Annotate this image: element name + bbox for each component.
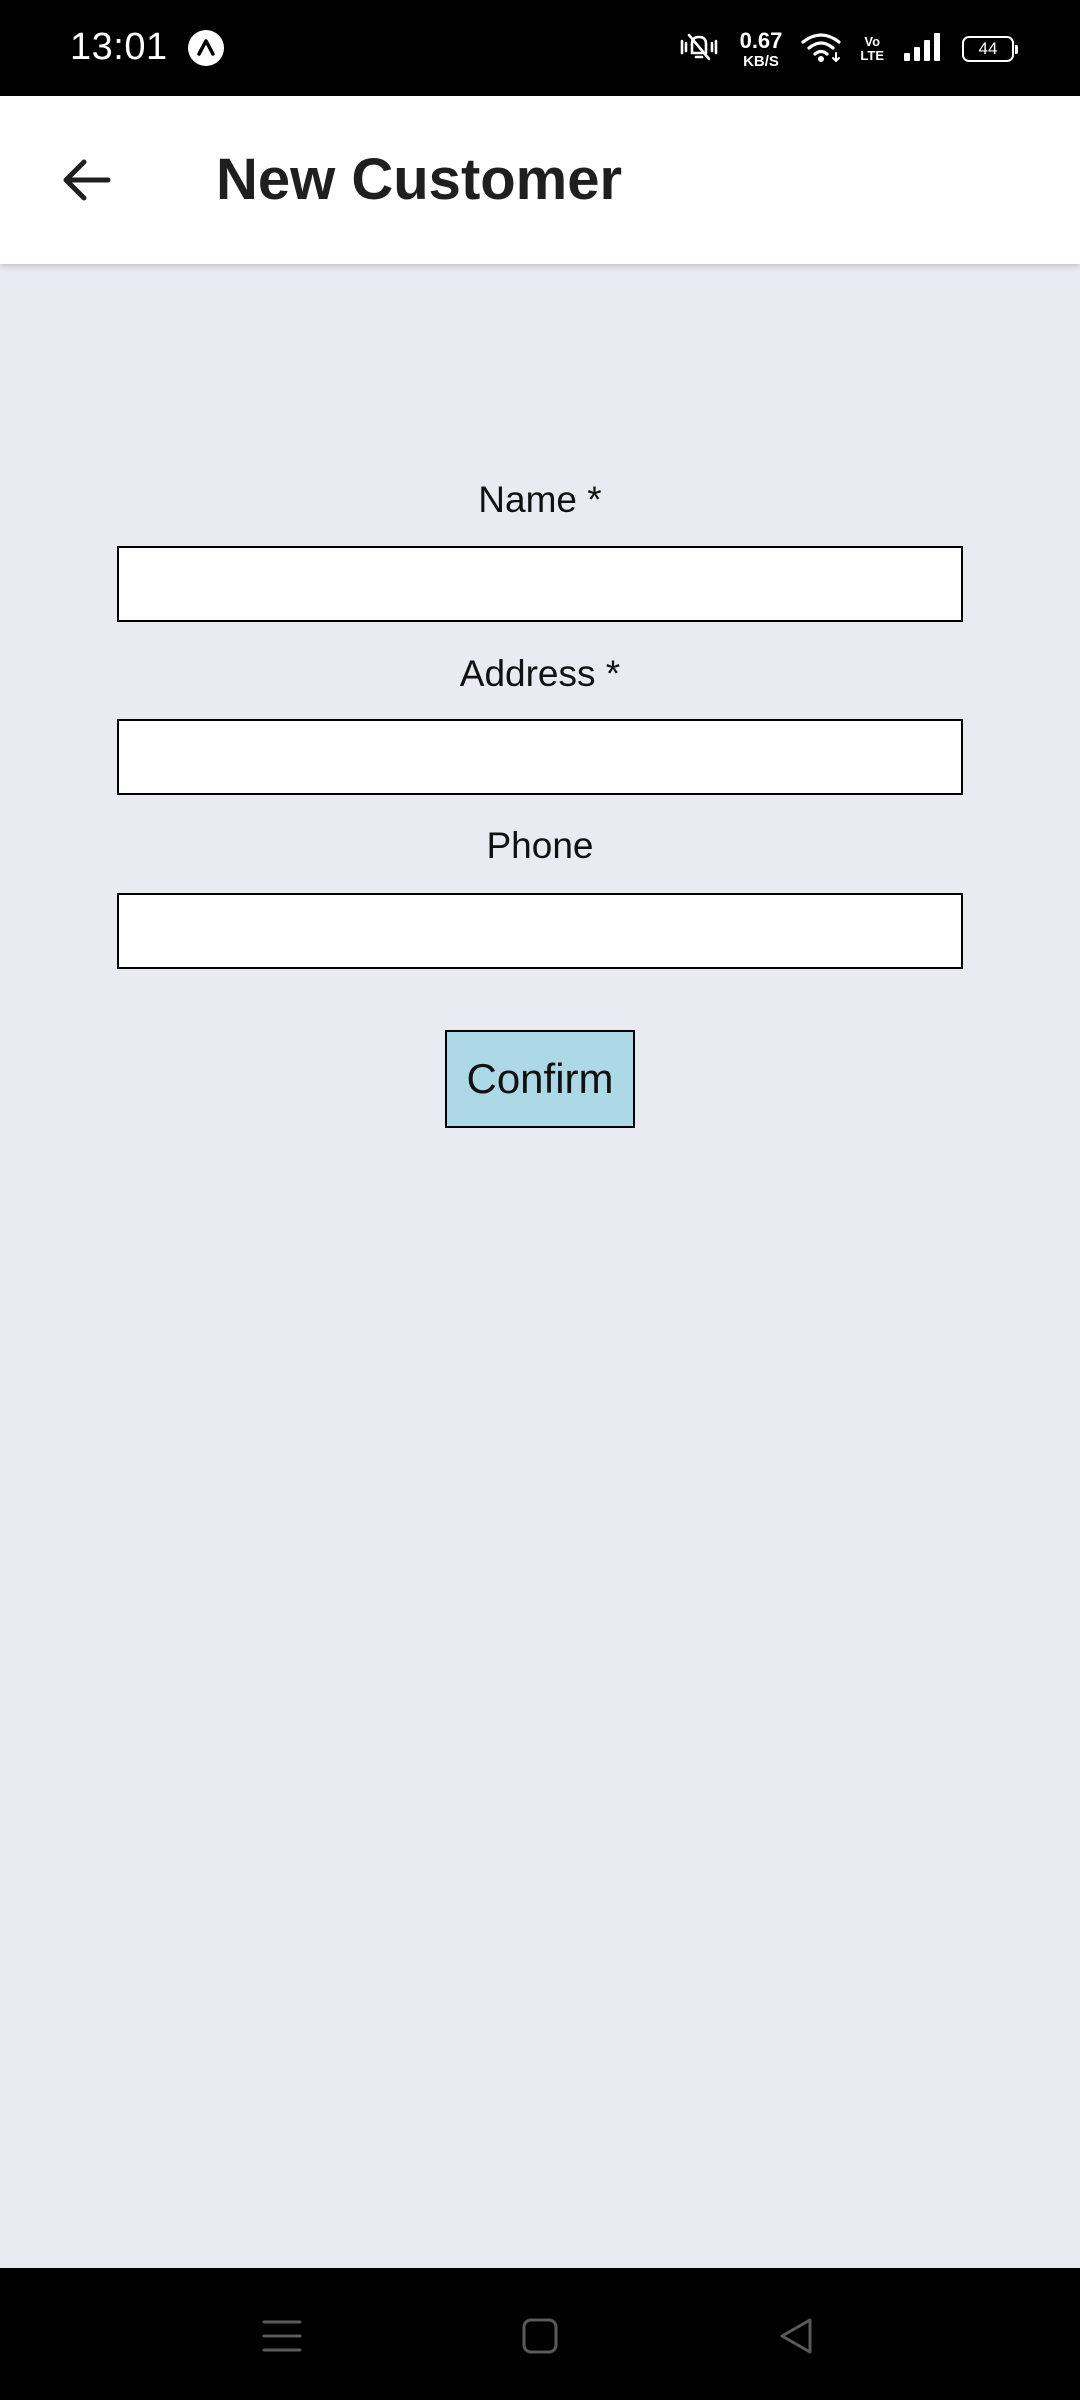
net-speed: 0.67 KB/S (739, 27, 783, 70)
app-notification-icon (188, 30, 224, 66)
name-input[interactable] (117, 546, 963, 622)
battery-icon: 44 (962, 36, 1018, 62)
page-title: New Customer (216, 147, 623, 212)
address-label: Address * (459, 653, 621, 694)
status-time: 13:01 (70, 26, 168, 68)
navigation-bar (0, 2268, 1080, 2400)
menu-icon (262, 2320, 302, 2352)
arrow-back-icon (63, 159, 111, 201)
volte-icon: Vo LTE (860, 35, 884, 62)
recent-apps-button[interactable] (252, 2306, 312, 2366)
phone-label: Phone (486, 825, 594, 866)
home-button[interactable] (510, 2306, 570, 2366)
back-triangle-icon (780, 2318, 812, 2354)
home-icon (522, 2318, 558, 2354)
phone-input[interactable] (117, 893, 963, 969)
volte-top: Vo (864, 34, 881, 50)
vibrate-icon (676, 31, 722, 68)
volte-bottom: LTE (860, 48, 884, 63)
app-bar: New Customer (0, 96, 1080, 264)
system-back-button[interactable] (766, 2306, 826, 2366)
net-speed-unit: KB/S (743, 52, 779, 70)
wifi-icon (800, 31, 842, 68)
net-speed-value: 0.67 (739, 27, 783, 53)
name-label: Name * (478, 479, 602, 520)
address-input[interactable] (117, 719, 963, 795)
battery-level: 44 (978, 39, 998, 58)
status-icons: 0.67 KB/S Vo LTE 44 (676, 24, 1018, 74)
confirm-button[interactable]: Confirm (445, 1030, 635, 1128)
back-button[interactable] (46, 140, 126, 220)
status-bar: 13:01 0.67 KB/S Vo LTE 44 (0, 0, 1080, 96)
signal-icon (902, 31, 944, 68)
